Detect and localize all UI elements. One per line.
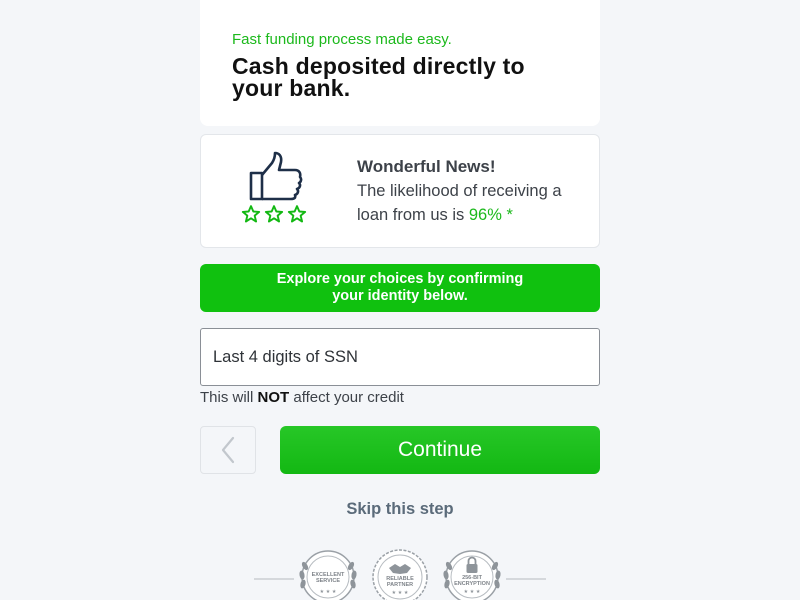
svg-text:★ ★ ★: ★ ★ ★ (320, 589, 337, 595)
badge-line2: SERVICE (315, 578, 341, 584)
credit-note-prefix: This will (200, 389, 258, 406)
header-tagline: Fast funding process made easy. (232, 31, 452, 48)
header-headline: Cash deposited directly to your bank. (232, 53, 525, 101)
badge-line2: ENCRYPTION (454, 581, 490, 587)
badge-line2: PARTNER (386, 582, 414, 588)
excellent-service-badge: ★ ★ ★ EXCELLENT SERVICE (297, 546, 359, 600)
news-body: The likelihood of receiving a loan from … (357, 179, 593, 227)
verify-identity-banner: Explore your choices by confirming your … (200, 264, 600, 312)
svg-text:★ ★ ★: ★ ★ ★ (464, 589, 481, 595)
encryption-badge: ★ ★ ★ 256-BIT ENCRYPTION (441, 546, 503, 600)
header-card: Fast funding process made easy. Cash dep… (200, 0, 600, 126)
star-icon (241, 205, 261, 223)
thumbs-up-icon (249, 151, 303, 201)
reliable-partner-badge: ★ ★ ★ RELIABLE PARTNER (369, 546, 431, 600)
rating-stars (241, 204, 307, 224)
banner-text: Explore your choices by confirming your … (276, 271, 524, 304)
badge-label: RELIABLE PARTNER (377, 576, 423, 588)
credit-disclaimer: This will NOT affect your credit (200, 389, 404, 406)
ssn-last4-input[interactable] (200, 328, 600, 386)
news-body-text: The likelihood of receiving a loan from … (357, 182, 562, 224)
credit-note-emphasis: NOT (257, 389, 290, 406)
badge-divider-right (506, 578, 546, 580)
back-button[interactable] (200, 426, 256, 474)
chevron-left-icon (221, 436, 235, 464)
credit-note-suffix: affect your credit (289, 389, 404, 406)
lock-icon: ★ ★ ★ (443, 550, 501, 600)
svg-text:★ ★ ★: ★ ★ ★ (392, 590, 409, 596)
badge-label: EXCELLENT SERVICE (305, 572, 351, 584)
news-title: Wonderful News! (357, 157, 496, 176)
approval-percent: 96% * (468, 206, 513, 224)
badge-divider-left (254, 578, 294, 580)
news-text: Wonderful News! The likelihood of receiv… (357, 155, 593, 227)
continue-button[interactable]: Continue (280, 426, 600, 474)
handshake-icon: ★ ★ ★ (372, 549, 428, 600)
star-icon (287, 205, 307, 223)
star-icon (264, 205, 284, 223)
skip-step-link[interactable]: Skip this step (0, 500, 800, 519)
badge-label: 256-BIT ENCRYPTION (449, 575, 495, 587)
approval-news-card: Wonderful News! The likelihood of receiv… (200, 134, 600, 248)
trust-badges: ★ ★ ★ EXCELLENT SERVICE ★ ★ ★ RELIABLE P… (254, 546, 546, 600)
